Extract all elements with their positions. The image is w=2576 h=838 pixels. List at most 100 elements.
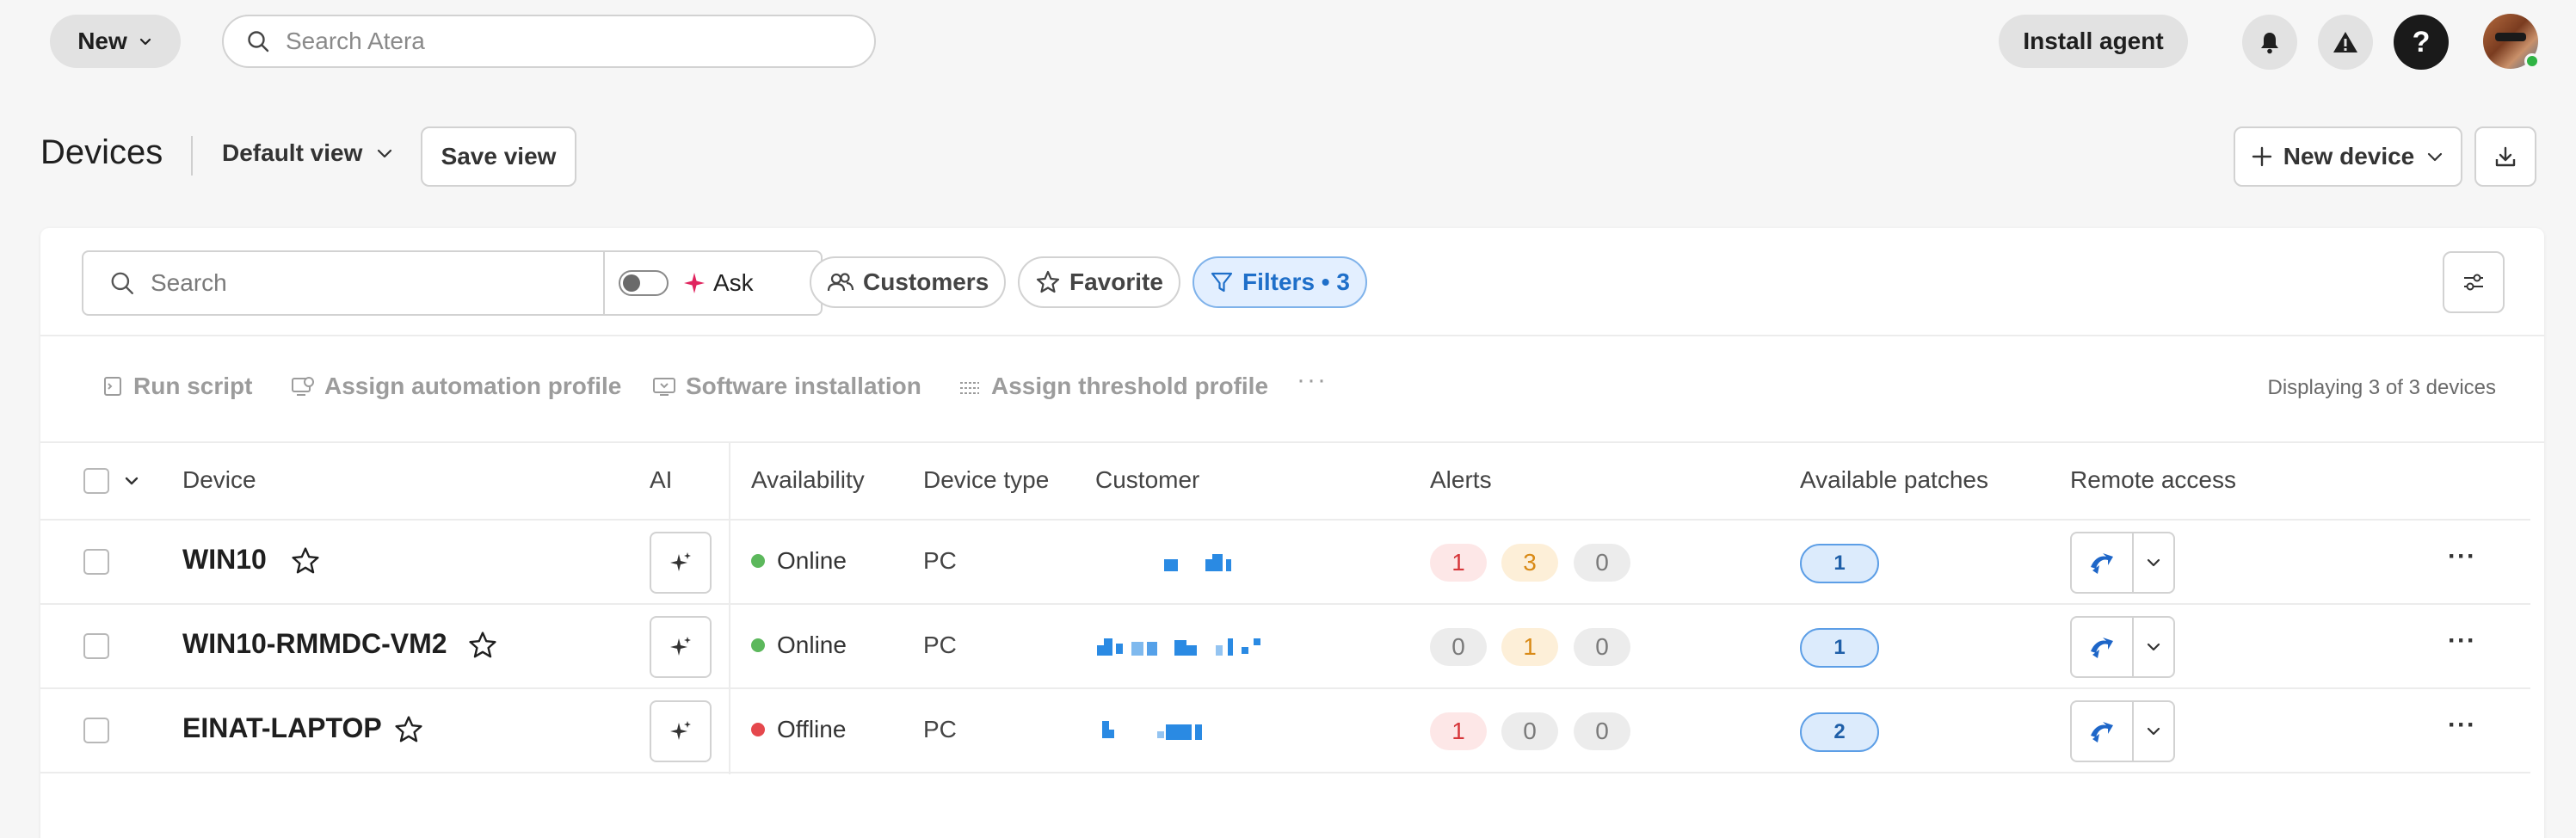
assign-automation-action[interactable]: Assign automation profile bbox=[290, 373, 621, 400]
help-button[interactable]: ? bbox=[2394, 15, 2449, 70]
row-more-button[interactable]: ··· bbox=[2448, 711, 2476, 740]
remote-options-dropdown[interactable] bbox=[2134, 618, 2173, 676]
row-checkbox[interactable] bbox=[83, 718, 109, 743]
splashtop-icon bbox=[2091, 553, 2113, 574]
notifications-button[interactable] bbox=[2242, 15, 2297, 70]
patches-count[interactable]: 1 bbox=[1800, 544, 1879, 583]
assign-threshold-action[interactable]: Assign threshold profile bbox=[957, 373, 1268, 400]
chevron-down-icon bbox=[2147, 643, 2160, 651]
sparkle-icon bbox=[670, 637, 691, 656]
view-selector[interactable]: Default view bbox=[222, 139, 395, 167]
software-installation-label: Software installation bbox=[686, 373, 921, 399]
view-selector-label: Default view bbox=[222, 139, 363, 166]
remote-connect-button[interactable] bbox=[2072, 702, 2134, 761]
remote-options-dropdown[interactable] bbox=[2134, 702, 2173, 761]
column-remote-access[interactable]: Remote access bbox=[2070, 466, 2236, 494]
threshold-icon bbox=[960, 382, 979, 394]
search-icon bbox=[111, 272, 133, 294]
device-name[interactable]: WIN10-RMMDC-VM2 bbox=[182, 628, 447, 660]
column-ai[interactable]: AI bbox=[650, 466, 672, 494]
users-icon bbox=[827, 273, 854, 292]
alert-critical-count[interactable]: 1 bbox=[1430, 712, 1487, 750]
column-available-patches[interactable]: Available patches bbox=[1800, 466, 1988, 494]
patches-count[interactable]: 1 bbox=[1800, 628, 1879, 668]
chevron-down-icon bbox=[139, 38, 151, 46]
column-device[interactable]: Device bbox=[182, 466, 256, 494]
chevron-down-icon bbox=[2147, 558, 2160, 567]
remote-connect-button[interactable] bbox=[2072, 618, 2134, 676]
alert-warning-count[interactable]: 0 bbox=[1501, 712, 1558, 750]
alert-critical-count[interactable]: 1 bbox=[1430, 544, 1487, 582]
save-view-button[interactable]: Save view bbox=[421, 126, 576, 187]
bell-icon bbox=[2261, 33, 2278, 54]
availability-label: Online bbox=[777, 547, 847, 574]
column-availability[interactable]: Availability bbox=[751, 466, 865, 494]
alerts-button[interactable] bbox=[2318, 15, 2373, 70]
row-checkbox[interactable] bbox=[83, 549, 109, 575]
star-icon bbox=[1036, 270, 1060, 293]
availability-status: Offline bbox=[751, 716, 846, 743]
favorite-filter[interactable]: Favorite bbox=[1018, 256, 1180, 308]
customers-filter[interactable]: Customers bbox=[810, 256, 1007, 308]
global-search[interactable] bbox=[222, 15, 876, 68]
filters-button-label: Filters • 3 bbox=[1242, 268, 1350, 295]
alert-info-count[interactable]: 0 bbox=[1574, 712, 1630, 750]
row-checkbox[interactable] bbox=[83, 633, 109, 659]
run-script-action[interactable]: Run script bbox=[101, 373, 252, 400]
select-all-checkbox[interactable] bbox=[83, 468, 109, 494]
table-settings-button[interactable] bbox=[2443, 251, 2505, 313]
alert-warning-count[interactable]: 1 bbox=[1501, 628, 1558, 666]
star-icon[interactable] bbox=[393, 714, 424, 745]
ai-button[interactable] bbox=[650, 616, 712, 678]
row-more-button[interactable]: ··· bbox=[2448, 626, 2476, 656]
install-agent-button[interactable]: Install agent bbox=[1999, 15, 2188, 68]
patches-count[interactable]: 2 bbox=[1800, 712, 1879, 752]
display-count: Displaying 3 of 3 devices bbox=[2267, 376, 2496, 399]
column-device-type[interactable]: Device type bbox=[923, 466, 1049, 494]
availability-status: Online bbox=[751, 547, 847, 575]
new-button-label: New bbox=[77, 28, 127, 54]
ai-button[interactable] bbox=[650, 532, 712, 594]
alert-info-count[interactable]: 0 bbox=[1574, 544, 1630, 582]
alert-warning-count[interactable]: 3 bbox=[1501, 544, 1558, 582]
global-search-input[interactable] bbox=[286, 28, 836, 55]
filters-button[interactable]: Filters • 3 bbox=[1192, 256, 1367, 308]
software-installation-action[interactable]: Software installation bbox=[651, 373, 921, 400]
chevron-down-icon[interactable] bbox=[122, 471, 141, 490]
star-icon[interactable] bbox=[467, 630, 498, 661]
search-icon bbox=[248, 31, 269, 52]
divider bbox=[40, 441, 2544, 443]
ai-button[interactable] bbox=[650, 700, 712, 762]
top-bar: New Install agent ? bbox=[0, 0, 2576, 83]
header-divider bbox=[191, 136, 193, 176]
ask-label: Ask bbox=[713, 269, 754, 296]
column-customer[interactable]: Customer bbox=[1095, 466, 1199, 494]
more-actions-button[interactable]: ··· bbox=[1297, 366, 1328, 395]
remote-options-dropdown[interactable] bbox=[2134, 533, 2173, 592]
export-button[interactable] bbox=[2474, 126, 2536, 187]
row-more-button[interactable]: ··· bbox=[2448, 542, 2476, 571]
sparkle-icon bbox=[670, 721, 691, 740]
table-row[interactable]: WIN10-RMMDC-VM2 Online PC 0 1 0 1 ··· bbox=[40, 604, 2544, 688]
device-type: PC bbox=[923, 716, 957, 742]
device-name[interactable]: WIN10 bbox=[182, 544, 267, 576]
status-dot bbox=[751, 723, 765, 736]
alert-critical-count[interactable]: 0 bbox=[1430, 628, 1487, 666]
ask-ai-button[interactable]: Ask bbox=[682, 269, 754, 297]
alert-info-count[interactable]: 0 bbox=[1574, 628, 1630, 666]
chevron-down-icon bbox=[2147, 727, 2160, 736]
download-icon bbox=[2495, 146, 2516, 167]
new-device-button[interactable]: New device bbox=[2234, 126, 2462, 187]
new-button[interactable]: New bbox=[50, 15, 181, 68]
column-alerts[interactable]: Alerts bbox=[1430, 466, 1492, 494]
device-name[interactable]: EINAT-LAPTOP bbox=[182, 712, 382, 744]
star-icon[interactable] bbox=[290, 545, 321, 576]
device-search-input[interactable] bbox=[151, 269, 581, 297]
table-row[interactable]: WIN10 Online PC 1 3 0 1 ··· bbox=[40, 520, 2544, 604]
remote-access-control bbox=[2070, 700, 2175, 762]
ai-search-toggle[interactable] bbox=[619, 270, 669, 296]
availability-label: Offline bbox=[777, 716, 847, 742]
table-row[interactable]: EINAT-LAPTOP Offline PC 1 0 0 2 ··· bbox=[40, 688, 2544, 773]
remote-connect-button[interactable] bbox=[2072, 533, 2134, 592]
status-dot bbox=[751, 638, 765, 652]
